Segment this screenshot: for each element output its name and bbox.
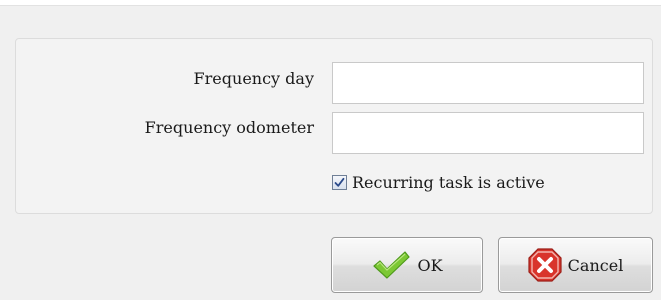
ok-button[interactable]: OK <box>331 237 483 293</box>
cancel-button[interactable]: Cancel <box>498 237 653 293</box>
frequency-odometer-input[interactable] <box>332 112 644 154</box>
frequency-day-label: Frequency day <box>193 69 314 88</box>
top-rule <box>0 0 661 6</box>
ok-button-label: OK <box>417 255 443 275</box>
recurring-task-checkbox-row[interactable]: Recurring task is active <box>332 173 545 192</box>
cancel-icon <box>528 248 562 282</box>
dialog-window: Frequency day Frequency odometer Recurri… <box>0 0 661 300</box>
cancel-button-label: Cancel <box>567 255 624 275</box>
frequency-day-input[interactable] <box>332 62 644 104</box>
checkmark-icon <box>334 177 345 187</box>
recurring-task-label: Recurring task is active <box>352 173 545 192</box>
checkmark-icon <box>371 250 411 280</box>
recurring-task-checkbox[interactable] <box>332 175 347 190</box>
frequency-odometer-label: Frequency odometer <box>144 118 314 137</box>
